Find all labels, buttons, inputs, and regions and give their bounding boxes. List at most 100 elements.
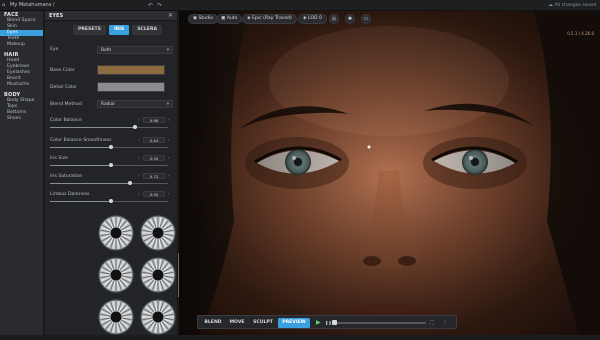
slider-knob[interactable] [109, 145, 114, 149]
saved-status: ☁ All changes saved [548, 3, 596, 8]
tab-bar: PRESETS IRIS SCLERA [73, 25, 163, 35]
auto-button[interactable]: ▣ Auto [216, 14, 243, 24]
slider-value-input[interactable]: 0.72 [143, 173, 165, 179]
eye-dropdown[interactable]: Both ▾ [97, 46, 173, 54]
iris-preset[interactable] [139, 298, 177, 336]
slider-label: Iris Size [50, 156, 68, 161]
decrement-icon[interactable]: ‹ [138, 137, 140, 143]
target-icon[interactable]: ◎ [329, 14, 339, 24]
slider-fill [50, 147, 112, 148]
increment-icon[interactable]: › [168, 191, 170, 197]
section-title: FACE [4, 12, 19, 18]
detail-color-label: Detail Color [50, 85, 77, 90]
increment-icon[interactable]: › [168, 117, 170, 123]
slider-value-input[interactable]: 0.50 [143, 191, 165, 197]
section-title: BODY [4, 92, 21, 98]
slider-track[interactable] [50, 163, 168, 167]
slider-value-input[interactable]: 0.98 [143, 117, 165, 123]
blend-method-label: Blend Method [50, 102, 82, 107]
quality-label: Epic (Ray Traced) [252, 16, 292, 21]
slider-fill [50, 201, 112, 202]
blend-button[interactable]: BLEND [202, 318, 224, 328]
slider-track[interactable] [50, 181, 168, 185]
panel-header: EYES ✕ [45, 11, 177, 21]
timeline-slider[interactable] [332, 320, 426, 325]
blend-method-dropdown[interactable]: Radial ▾ [97, 100, 173, 108]
iris-preset[interactable] [97, 298, 135, 336]
iris-preset[interactable] [139, 214, 177, 252]
base-color-swatch[interactable] [97, 65, 165, 75]
sidebar-item-makeup[interactable]: Makeup [0, 42, 43, 48]
decrement-icon[interactable]: ‹ [138, 173, 140, 179]
auto-label: Auto [226, 16, 238, 21]
category-sidebar: FACE Blend Space Skin Eyes Teeth Makeup … [0, 11, 44, 335]
sidebar-section-face: FACE Blend Space Skin Eyes Teeth Makeup [0, 11, 43, 48]
eyes-panel: EYES ✕ PRESETS IRIS SCLERA Eye Both ▾ Ba… [45, 11, 222, 336]
chevron-down-icon: ▾ [166, 48, 169, 53]
slider-label: Iris Saturation [50, 174, 83, 179]
tab-iris[interactable]: IRIS [108, 25, 130, 35]
slider-fill [50, 127, 135, 128]
panel-title: EYES [49, 13, 64, 19]
sidebar-section-hair: HAIR Head Eyebrows Eyelashes Beard Musta… [0, 51, 43, 88]
sidebar-item-mustache[interactable]: Mustache [0, 82, 43, 88]
pause-icon[interactable]: ❚❚ [325, 318, 332, 328]
slider-fill [50, 165, 112, 166]
slider-label: Limbus Darkness [50, 192, 90, 197]
viewport-toolbar: ◉ Studio ▣ Auto ◈ Epic (Ray Traced) ◈ LO… [179, 11, 600, 27]
slider-knob[interactable] [132, 125, 137, 129]
slider-track[interactable] [50, 199, 168, 203]
camera-icon[interactable]: ▭ [361, 14, 371, 24]
home-icon[interactable]: ⌂ [2, 1, 5, 10]
increment-icon[interactable]: › [168, 155, 170, 161]
iris-thumbnail [140, 299, 176, 335]
iris-thumbnail [98, 257, 134, 293]
eye-label: Eye [50, 47, 59, 52]
sidebar-item-shoes[interactable]: Shoes [0, 116, 43, 122]
lod-label: LOD 0 [308, 16, 322, 21]
slider-knob[interactable] [109, 199, 114, 203]
iris-thumbnail [98, 215, 134, 251]
slider-value-input[interactable]: 0.50 [143, 155, 165, 161]
iris-preset[interactable] [97, 214, 135, 252]
tab-sclera[interactable]: SCLERA [132, 25, 163, 35]
menu-icon[interactable]: ⋮ [442, 318, 448, 328]
studio-button[interactable]: ◉ Studio [188, 14, 219, 24]
slider-track[interactable] [50, 145, 168, 149]
move-button[interactable]: MOVE [226, 318, 248, 328]
slider-label: Color Balance Smoothness [50, 138, 112, 143]
decrement-icon[interactable]: ‹ [138, 155, 140, 161]
slider-value-input[interactable]: 0.44 [143, 137, 165, 143]
increment-icon[interactable]: › [168, 137, 170, 143]
breadcrumb[interactable]: My Metahumans / [10, 1, 55, 10]
iris-preset[interactable] [97, 256, 135, 294]
iris-thumbnail [140, 215, 176, 251]
lod-button[interactable]: ◈ LOD 0 [298, 14, 327, 24]
quality-button[interactable]: ◈ Epic (Ray Traced) [242, 14, 297, 24]
redo-icon[interactable]: ↷ [157, 1, 162, 10]
iris-thumbnail [98, 299, 134, 335]
section-title: HAIR [4, 52, 19, 58]
bottom-toolbar: BLEND MOVE SCULPT PREVIEW ▶ ❚❚ ⛶ ⋮ [197, 315, 457, 329]
decrement-icon[interactable]: ‹ [138, 117, 140, 123]
decrement-icon[interactable]: ‹ [138, 191, 140, 197]
version-label: 0.5.1 / 4.26.0 [567, 31, 594, 36]
play-icon[interactable]: ▶ [316, 318, 321, 328]
sidebar-section-body: BODY Body Shape Tops Bottoms Shoes [0, 91, 43, 122]
slider-knob[interactable] [109, 163, 114, 167]
viewport[interactable]: ◉ Studio ▣ Auto ◈ Epic (Ray Traced) ◈ LO… [179, 11, 600, 335]
expand-icon[interactable]: ⛶ [430, 318, 434, 328]
tab-presets[interactable]: PRESETS [73, 25, 106, 35]
slider-track[interactable] [50, 125, 168, 129]
preview-button[interactable]: PREVIEW [278, 318, 310, 328]
undo-icon[interactable]: ↶ [148, 1, 153, 10]
slider-knob[interactable] [128, 181, 133, 185]
timeline-handle[interactable] [332, 320, 337, 325]
close-icon[interactable]: ✕ [168, 11, 173, 21]
base-color-label: Base Color [50, 68, 75, 73]
sculpt-button[interactable]: SCULPT [250, 318, 276, 328]
detail-color-swatch[interactable] [97, 82, 165, 92]
iris-preset[interactable] [139, 256, 177, 294]
increment-icon[interactable]: › [168, 173, 170, 179]
light-icon[interactable]: ✺ [345, 14, 355, 24]
